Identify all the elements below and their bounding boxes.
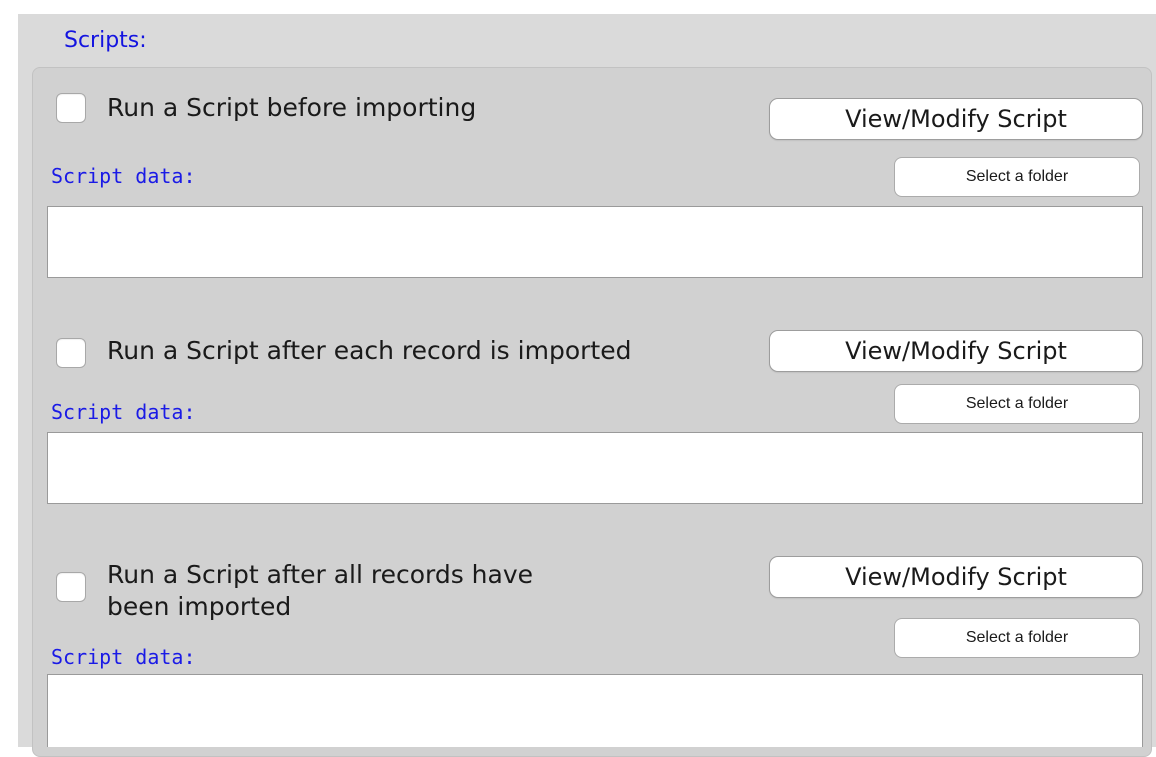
run-script-after-all-records-label-line1[interactable]: Run a Script after all records have [107,560,533,589]
script-data-field-all[interactable] [47,674,1143,747]
view-modify-script-button-each[interactable]: View/Modify Script [769,330,1143,372]
script-data-label-before: Script data: [51,164,196,188]
select-folder-button-each[interactable]: Select a folder [894,384,1140,424]
run-script-before-import-label[interactable]: Run a Script before importing [107,93,476,122]
script-data-label-all: Script data: [51,645,196,669]
run-script-after-all-records-label-line2[interactable]: been imported [107,592,291,621]
script-data-label-each: Script data: [51,400,196,424]
run-script-before-import-checkbox[interactable] [56,93,86,123]
run-script-after-all-records-checkbox[interactable] [56,572,86,602]
scripts-section-title: Scripts: [64,28,147,53]
run-script-after-each-record-checkbox[interactable] [56,338,86,368]
script-data-field-before[interactable] [47,206,1143,278]
view-modify-script-button-all[interactable]: View/Modify Script [769,556,1143,598]
select-folder-button-before[interactable]: Select a folder [894,157,1140,197]
run-script-after-each-record-label[interactable]: Run a Script after each record is import… [107,336,631,365]
script-data-field-each[interactable] [47,432,1143,504]
select-folder-button-all[interactable]: Select a folder [894,618,1140,658]
view-modify-script-button-before[interactable]: View/Modify Script [769,98,1143,140]
